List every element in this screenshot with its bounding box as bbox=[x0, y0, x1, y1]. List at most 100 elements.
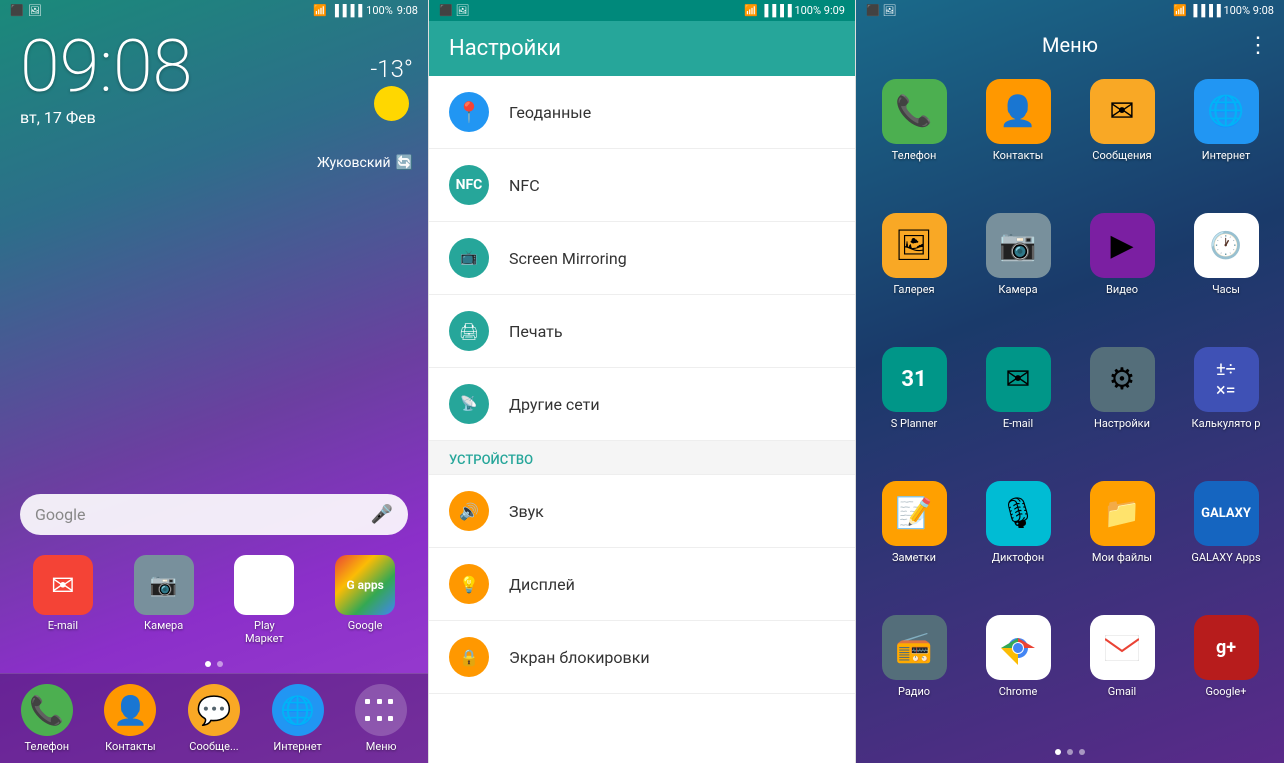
weather-location: Жуковский 🔄 bbox=[317, 155, 413, 171]
lock-screen-label: Экран блокировки bbox=[509, 648, 650, 667]
dock-menu[interactable]: Меню bbox=[355, 684, 407, 753]
settings-title: Настройки bbox=[449, 36, 835, 61]
settings-lock-screen-item[interactable]: 🔒 Экран блокировки bbox=[429, 621, 855, 694]
myfiles-grid-icon: 📁 bbox=[1090, 481, 1155, 546]
gallery-grid-label: Галерея bbox=[893, 283, 934, 296]
list-item[interactable]: ✉ E-mail bbox=[15, 555, 111, 645]
home-clock-display: 09:08 bbox=[20, 31, 192, 103]
settings-grid-label: Настройки bbox=[1094, 417, 1150, 430]
list-item[interactable]: ✉ Сообщения bbox=[1074, 74, 1170, 200]
video-grid-label: Видео bbox=[1106, 283, 1138, 296]
settings-geodata-item[interactable]: 📍 Геоданные bbox=[429, 76, 855, 149]
settings-screen-mirroring-item[interactable]: 📺 Screen Mirroring bbox=[429, 222, 855, 295]
messages-icon: 💬 bbox=[188, 684, 240, 736]
contacts-label: Контакты bbox=[105, 740, 156, 753]
display-label: Дисплей bbox=[509, 575, 575, 594]
settings-status-bar: ⬛ 🖼 📶 ▐▐▐▐ 100% 9:09 bbox=[429, 0, 855, 21]
apps-status-right: 📶 ▐▐▐▐ 100% 9:08 bbox=[1173, 4, 1274, 17]
apps-dot-3 bbox=[1079, 749, 1085, 755]
battery-text: 100% bbox=[366, 4, 393, 17]
list-item[interactable]: 📷 Камера bbox=[970, 208, 1066, 334]
radio-grid-icon: 📻 bbox=[882, 615, 947, 680]
mic-icon[interactable]: 🎤 bbox=[371, 504, 393, 525]
location-text: Жуковский bbox=[317, 155, 391, 171]
list-item[interactable]: 31 S Planner bbox=[866, 342, 962, 468]
phone-label: Телефон bbox=[24, 740, 69, 753]
list-item[interactable]: 📻 Радио bbox=[866, 610, 962, 736]
list-item[interactable]: ▶ PlayМаркет bbox=[217, 555, 313, 645]
screen-mirroring-icon: 📺 bbox=[449, 238, 489, 278]
dock-messages[interactable]: 💬 Сообще... bbox=[188, 684, 240, 753]
list-item[interactable]: 🖼 Галерея bbox=[866, 208, 962, 334]
apps-status-bar: ⬛ 🖼 📶 ▐▐▐▐ 100% 9:08 bbox=[856, 0, 1284, 21]
camera-app-label: Камера bbox=[144, 619, 183, 632]
print-icon: 🖨 bbox=[449, 311, 489, 351]
list-item[interactable]: 🎙 Диктофон bbox=[970, 476, 1066, 602]
contacts-grid-label: Контакты bbox=[993, 149, 1044, 162]
settings-time: 9:09 bbox=[824, 4, 845, 17]
apps-dot-2 bbox=[1067, 749, 1073, 755]
list-item[interactable]: G apps Google bbox=[317, 555, 413, 645]
home-apps-row: ✉ E-mail 📷 Камера ▶ PlayМаркет G apps Go… bbox=[0, 545, 428, 655]
search-placeholder: Google bbox=[35, 505, 86, 524]
list-item[interactable]: ±÷×= Калькулято р bbox=[1178, 342, 1274, 468]
list-item[interactable]: 📷 Камера bbox=[116, 555, 212, 645]
dock-phone[interactable]: 📞 Телефон bbox=[21, 684, 73, 753]
apps-wifi-icon: 📶 ▐▐▐▐ bbox=[1173, 4, 1223, 17]
messages-grid-label: Сообщения bbox=[1092, 149, 1151, 162]
gmail-grid-label: Gmail bbox=[1108, 685, 1136, 698]
calculator-grid-label: Калькулято р bbox=[1192, 417, 1261, 430]
playmarket-app-icon: ▶ bbox=[234, 555, 294, 615]
page-dots bbox=[0, 655, 428, 673]
internet-grid-icon: 🌐 bbox=[1194, 79, 1259, 144]
camera-app-icon: 📷 bbox=[134, 555, 194, 615]
wifi-icon: 📶 bbox=[313, 4, 327, 17]
device-section-header: УСТРОЙСТВО bbox=[429, 441, 855, 475]
apps-overflow-menu-icon[interactable]: ⋮ bbox=[1247, 33, 1269, 58]
list-item[interactable]: ✉ E-mail bbox=[970, 342, 1066, 468]
google-app-icon: G apps bbox=[335, 555, 395, 615]
splanner-grid-icon: 31 bbox=[882, 347, 947, 412]
chrome-grid-icon bbox=[986, 615, 1051, 680]
google-search-bar[interactable]: Google 🎤 bbox=[20, 494, 408, 535]
list-item[interactable]: g+ Google+ bbox=[1178, 610, 1274, 736]
list-item[interactable]: 📞 Телефон bbox=[866, 74, 962, 200]
settings-status-left: ⬛ 🖼 bbox=[439, 4, 469, 17]
weather-widget: -13° bbox=[370, 55, 413, 121]
list-item[interactable]: GALAXY GALAXY Apps bbox=[1178, 476, 1274, 602]
list-item[interactable]: Gmail bbox=[1074, 610, 1170, 736]
signal-icon: ▐▐▐▐ bbox=[331, 4, 362, 17]
settings-sound-item[interactable]: 🔊 Звук bbox=[429, 475, 855, 548]
list-item[interactable]: 📁 Мои файлы bbox=[1074, 476, 1170, 602]
chrome-grid-label: Chrome bbox=[999, 685, 1038, 698]
gmail-grid-icon bbox=[1090, 615, 1155, 680]
home-status-bar: ⬛ 🖼 📶 ▐▐▐▐ 100% 9:08 bbox=[0, 0, 428, 21]
email2-grid-label: E-mail bbox=[1003, 417, 1033, 430]
settings-display-item[interactable]: 💡 Дисплей bbox=[429, 548, 855, 621]
internet-label: Интернет bbox=[273, 740, 321, 753]
clock-grid-icon: 🕐 bbox=[1194, 213, 1259, 278]
list-item[interactable]: 🕐 Часы bbox=[1178, 208, 1274, 334]
phone-grid-label: Телефон bbox=[892, 149, 937, 162]
settings-print-item[interactable]: 🖨 Печать bbox=[429, 295, 855, 368]
print-label: Печать bbox=[509, 322, 563, 341]
settings-panel: ⬛ 🖼 📶 ▐▐▐▐ 100% 9:09 Настройки 📍 Геоданн… bbox=[428, 0, 856, 763]
lock-screen-icon: 🔒 bbox=[449, 637, 489, 677]
list-item[interactable]: 👤 Контакты bbox=[970, 74, 1066, 200]
settings-other-networks-item[interactable]: 📡 Другие сети bbox=[429, 368, 855, 441]
apps-battery: 100% bbox=[1223, 4, 1250, 17]
list-item[interactable]: Chrome bbox=[970, 610, 1066, 736]
sound-label: Звук bbox=[509, 502, 544, 521]
list-item[interactable]: 🌐 Интернет bbox=[1178, 74, 1274, 200]
home-screen-panel: ⬛ 🖼 📶 ▐▐▐▐ 100% 9:08 09:08 вт, 17 Фев -1… bbox=[0, 0, 428, 763]
other-networks-label: Другие сети bbox=[509, 395, 600, 414]
dock-internet[interactable]: 🌐 Интернет bbox=[272, 684, 324, 753]
dock-contacts[interactable]: 👤 Контакты bbox=[104, 684, 156, 753]
list-item[interactable]: ⚙ Настройки bbox=[1074, 342, 1170, 468]
recorder-grid-icon: 🎙 bbox=[986, 481, 1051, 546]
list-item[interactable]: ▶ Видео bbox=[1074, 208, 1170, 334]
sound-icon: 🔊 bbox=[449, 491, 489, 531]
list-item[interactable]: 📝 Заметки bbox=[866, 476, 962, 602]
screen-mirroring-label: Screen Mirroring bbox=[509, 249, 627, 268]
settings-nfc-item[interactable]: NFC NFC bbox=[429, 149, 855, 222]
